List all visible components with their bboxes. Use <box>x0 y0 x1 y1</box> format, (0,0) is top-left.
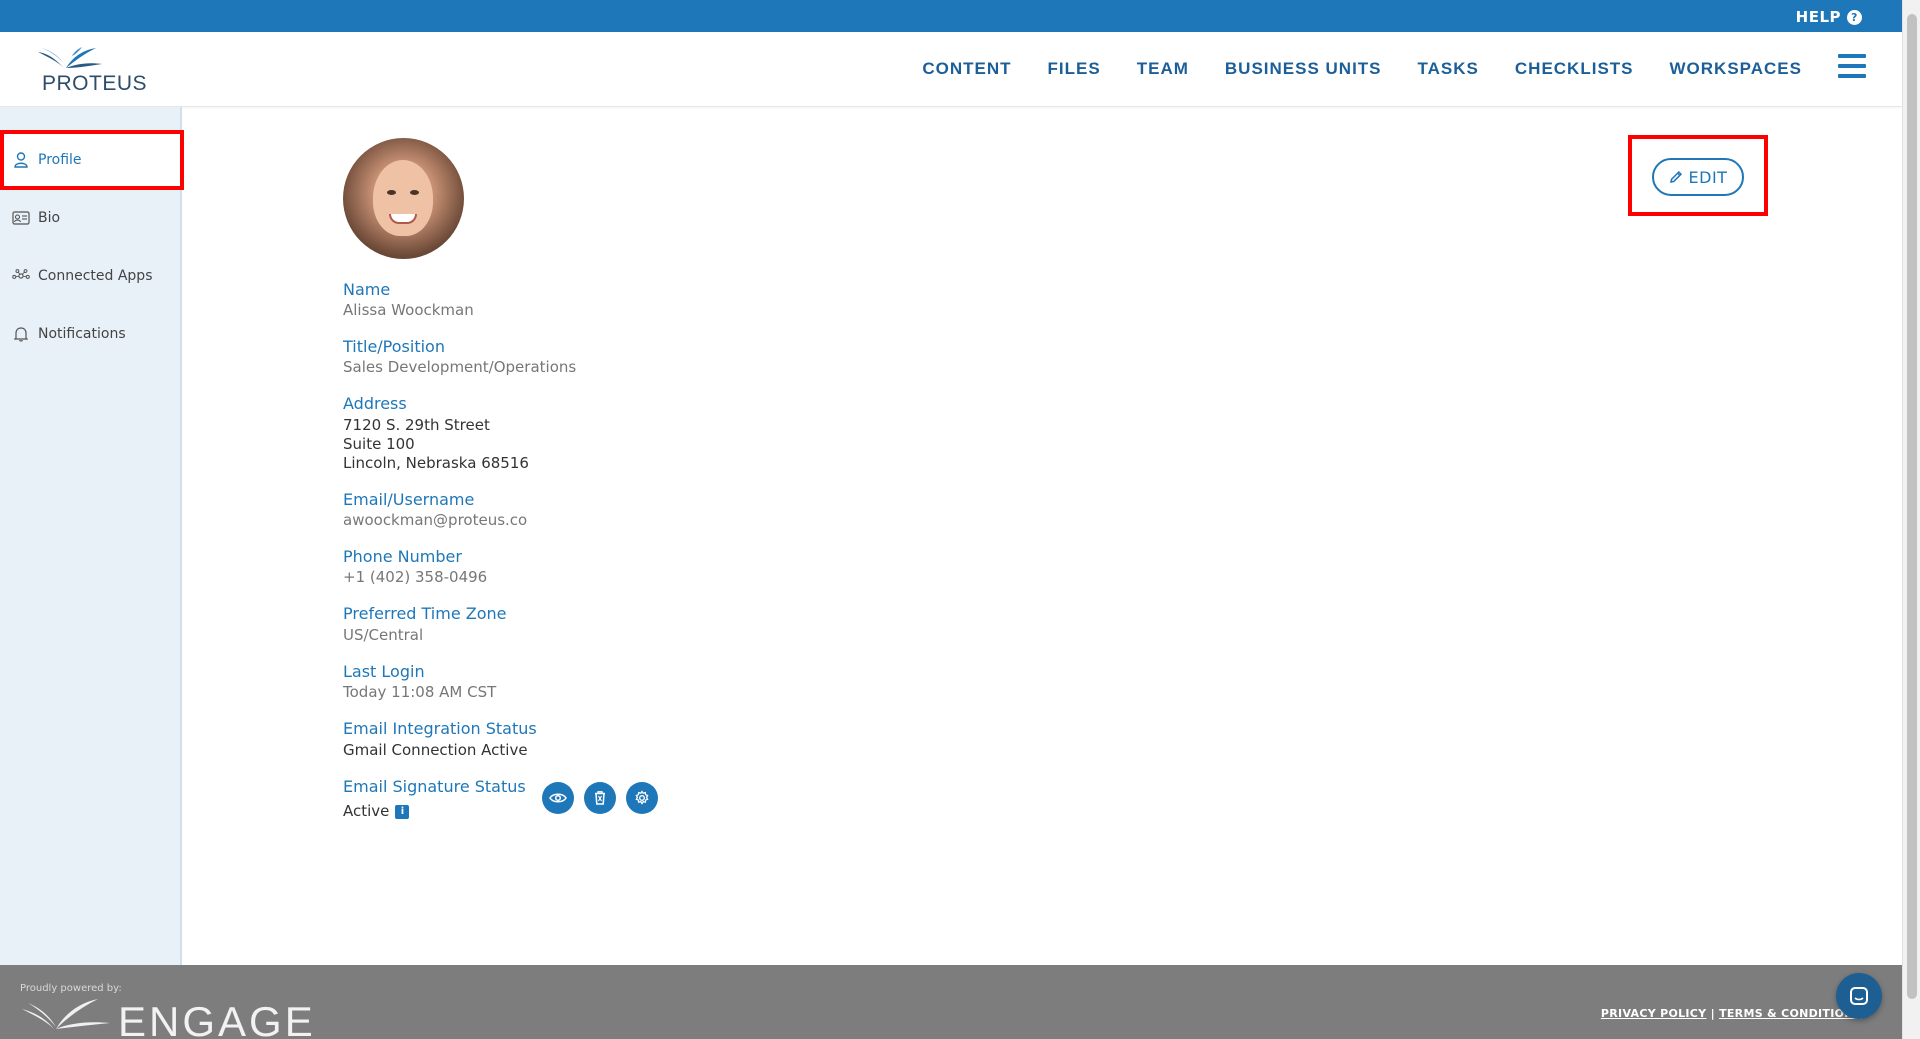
last-login-value: Today 11:08 AM CST <box>343 683 497 701</box>
header: PROTEUS CONTENT FILES TEAM BUSINESS UNIT… <box>0 32 1902 107</box>
bell-icon <box>12 325 30 343</box>
nav-tasks[interactable]: TASKS <box>1418 59 1479 79</box>
main-nav: CONTENT FILES TEAM BUSINESS UNITS TASKS … <box>922 59 1802 79</box>
address-line1: 7120 S. 29th Street <box>343 416 490 434</box>
trash-icon <box>595 791 605 805</box>
nav-business-units[interactable]: BUSINESS UNITS <box>1225 59 1382 79</box>
email-value: awoockman@proteus.co <box>343 511 528 529</box>
nav-team[interactable]: TEAM <box>1137 59 1189 79</box>
chat-icon <box>1850 987 1868 1005</box>
sidebar-item-label: Bio <box>38 210 61 226</box>
title-value: Sales Development/Operations <box>343 358 577 376</box>
user-icon <box>12 151 30 169</box>
phone-label: Phone Number <box>343 547 462 566</box>
chat-launcher-button[interactable] <box>1836 973 1882 1019</box>
nav-files[interactable]: FILES <box>1048 59 1101 79</box>
eye-icon <box>549 793 567 803</box>
powered-by-text: Proudly powered by: <box>20 983 122 994</box>
email-signature-status: Active <box>343 802 390 820</box>
proteus-bird-icon <box>38 47 102 68</box>
network-icon <box>12 267 30 285</box>
info-icon[interactable]: i <box>395 804 410 819</box>
edit-button[interactable]: EDIT <box>1652 158 1744 196</box>
scrollbar-thumb[interactable] <box>1907 14 1917 999</box>
id-card-icon <box>12 209 30 227</box>
engage-bird-icon <box>22 999 110 1029</box>
sidebar-item-bio[interactable]: Bio <box>0 190 182 246</box>
avatar <box>343 138 464 259</box>
address-label: Address <box>343 394 407 413</box>
privacy-policy-link[interactable]: PRIVACY POLICY <box>1601 1007 1707 1020</box>
timezone-label: Preferred Time Zone <box>343 604 507 623</box>
address-line2: Suite 100 <box>343 435 415 453</box>
sidebar-item-label: Connected Apps <box>38 268 153 284</box>
sidebar-item-label: Profile <box>38 152 82 168</box>
view-signature-button[interactable] <box>542 782 574 814</box>
nav-content[interactable]: CONTENT <box>922 59 1011 79</box>
email-signature-value: Active i <box>343 802 410 820</box>
delete-signature-button[interactable] <box>584 782 616 814</box>
email-integration-label: Email Integration Status <box>343 719 537 738</box>
help-link[interactable]: HELP ? <box>1796 8 1862 26</box>
last-login-label: Last Login <box>343 662 425 681</box>
sidebar: Profile Bio Connected Apps Notifications <box>0 107 182 965</box>
edit-label: EDIT <box>1688 167 1728 187</box>
footer: Proudly powered by: ENGAGE PRIVACY POLIC… <box>0 965 1902 1039</box>
name-label: Name <box>343 280 391 299</box>
engage-brand: ENGAGE <box>118 998 316 1039</box>
hamburger-menu-icon[interactable] <box>1838 54 1866 78</box>
nav-workspaces[interactable]: WORKSPACES <box>1670 59 1802 79</box>
footer-links: PRIVACY POLICY | TERMS & CONDITIONS <box>1601 1007 1862 1020</box>
phone-value: +1 (402) 358-0496 <box>343 568 488 586</box>
top-bar: HELP ? <box>0 0 1902 32</box>
footer-separator: | <box>1710 1007 1715 1020</box>
sidebar-item-profile[interactable]: Profile <box>0 132 182 188</box>
email-integration-value: Gmail Connection Active <box>343 741 528 759</box>
timezone-value: US/Central <box>343 626 424 644</box>
name-value: Alissa Woockman <box>343 301 474 319</box>
nav-checklists[interactable]: CHECKLISTS <box>1515 59 1634 79</box>
pencil-icon <box>1669 170 1682 183</box>
logo-text: PROTEUS <box>42 72 148 95</box>
sidebar-item-notifications[interactable]: Notifications <box>0 306 182 362</box>
help-label: HELP <box>1795 8 1841 26</box>
email-signature-label: Email Signature Status <box>343 777 526 796</box>
sidebar-item-connected-apps[interactable]: Connected Apps <box>0 248 182 304</box>
sidebar-item-label: Notifications <box>38 326 126 342</box>
signature-settings-button[interactable] <box>626 782 658 814</box>
address-line3: Lincoln, Nebraska 68516 <box>343 454 529 472</box>
vertical-scrollbar[interactable] <box>1902 0 1920 1039</box>
proteus-logo[interactable]: PROTEUS <box>34 46 148 95</box>
title-label: Title/Position <box>343 337 445 356</box>
gear-icon <box>635 790 649 805</box>
email-label: Email/Username <box>343 490 475 509</box>
question-circle-icon: ? <box>1847 9 1862 25</box>
